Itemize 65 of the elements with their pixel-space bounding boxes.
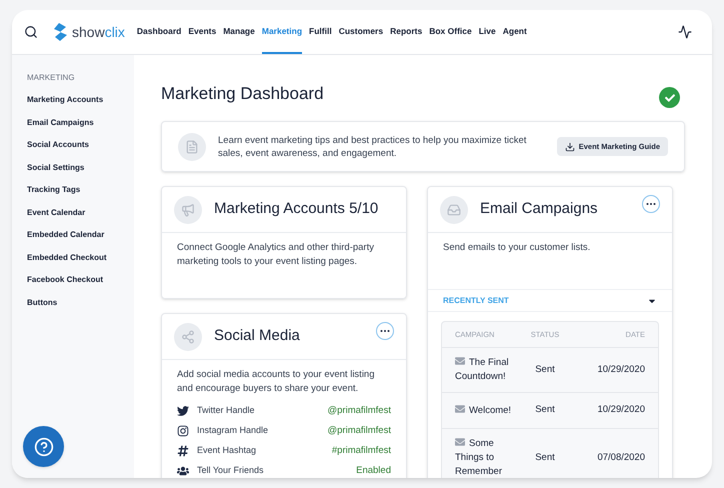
row-label: Twitter Handle	[197, 404, 255, 418]
sidebar-link[interactable]: Embedded Calendar	[27, 229, 134, 240]
table-cell-text: 10/29/2020	[596, 362, 645, 377]
hashtag-icon	[177, 445, 189, 457]
search-icon[interactable]	[24, 25, 38, 39]
download-icon	[564, 142, 575, 152]
bird-icon	[177, 405, 189, 417]
card-text: Connect Google Analytics and other third-party marketing tools to your event listing pages.	[176, 241, 375, 269]
sidebar-link[interactable]: Event Calendar	[27, 206, 134, 218]
logo-icon	[54, 23, 68, 41]
row-value: Enabled	[356, 464, 391, 478]
row-value: @primafilmfest	[328, 404, 391, 418]
people-icon	[177, 465, 189, 477]
card-text: Send emails to your customer lists.	[442, 241, 592, 255]
nav-tab[interactable]: Box Office	[429, 10, 472, 54]
sidebar-link[interactable]: Social Settings	[27, 162, 134, 173]
table-cell-text: 07/08/2020	[596, 450, 645, 465]
card-text: Add social media accounts to your event listing and encourage buyers to share your event.	[176, 368, 376, 396]
table-cell-text: Sent	[534, 450, 556, 465]
table-cell-text: The Final Countdown!	[455, 356, 510, 384]
card-title: Marketing Accounts 5/10	[214, 199, 378, 220]
row-label: Instagram Handle	[197, 424, 268, 438]
row-label: Event Hashtag	[197, 444, 256, 458]
sidebar-link[interactable]: Social Accounts	[27, 139, 134, 150]
nav-tab[interactable]: Marketing	[262, 10, 302, 54]
info-text: Learn event marketing tips and best practices to help you maximize ticket sales, event awareness, and engagement.	[218, 134, 528, 160]
card-title: Email Campaigns	[480, 199, 598, 220]
camera-icon	[177, 425, 189, 437]
share-icon	[181, 330, 195, 344]
card-title: Social Media	[214, 326, 300, 346]
nav-tab[interactable]: Customers	[338, 10, 384, 54]
envelope-icon	[455, 437, 465, 447]
nav-tab[interactable]: Manage	[223, 10, 255, 54]
nav-tab[interactable]: Fulfill	[309, 10, 332, 54]
more-button[interactable]	[376, 322, 394, 340]
help-icon	[34, 436, 54, 456]
table-cell-text: Some Things to Remember	[455, 437, 503, 478]
nav-tab[interactable]: Dashboard	[136, 10, 182, 54]
nav-tab[interactable]: Reports	[390, 10, 422, 54]
nav-tab[interactable]: Events	[188, 10, 216, 54]
megaphone-icon	[181, 202, 195, 216]
logo-text: showclix	[72, 22, 125, 42]
envelope-icon	[455, 356, 465, 366]
table-cell-text: Sent	[534, 362, 556, 377]
mailbox-icon	[447, 202, 461, 216]
table-cell: Welcome!	[455, 404, 515, 418]
nav-tab[interactable]: Agent	[502, 10, 527, 54]
table-cell-text: 10/29/2020	[596, 403, 645, 418]
sidebar-link[interactable]: Tracking Tags	[27, 184, 134, 196]
sidebar-link[interactable]: Buttons	[27, 296, 134, 308]
sidebar-link[interactable]: Marketing Accounts	[27, 94, 134, 106]
sidebar-link[interactable]: Facebook Checkout	[27, 274, 134, 286]
document-icon	[185, 140, 199, 154]
sidebar-heading: MARKETING	[27, 72, 76, 84]
row-label: Tell Your Friends	[197, 464, 264, 478]
more-button[interactable]	[642, 195, 660, 213]
nav-tab[interactable]: Live	[478, 10, 496, 54]
table-cell-text: Sent	[534, 403, 556, 418]
row-value: #primafilmfest	[332, 444, 391, 458]
pulse-icon[interactable]	[678, 25, 692, 39]
sidebar-link[interactable]: Embedded Checkout	[27, 252, 134, 263]
row-value: @primafilmfest	[328, 424, 391, 438]
sidebar-link[interactable]: Email Campaigns	[27, 116, 134, 128]
page-title: Marketing Dashboard	[161, 82, 324, 105]
envelope-icon	[455, 404, 465, 414]
